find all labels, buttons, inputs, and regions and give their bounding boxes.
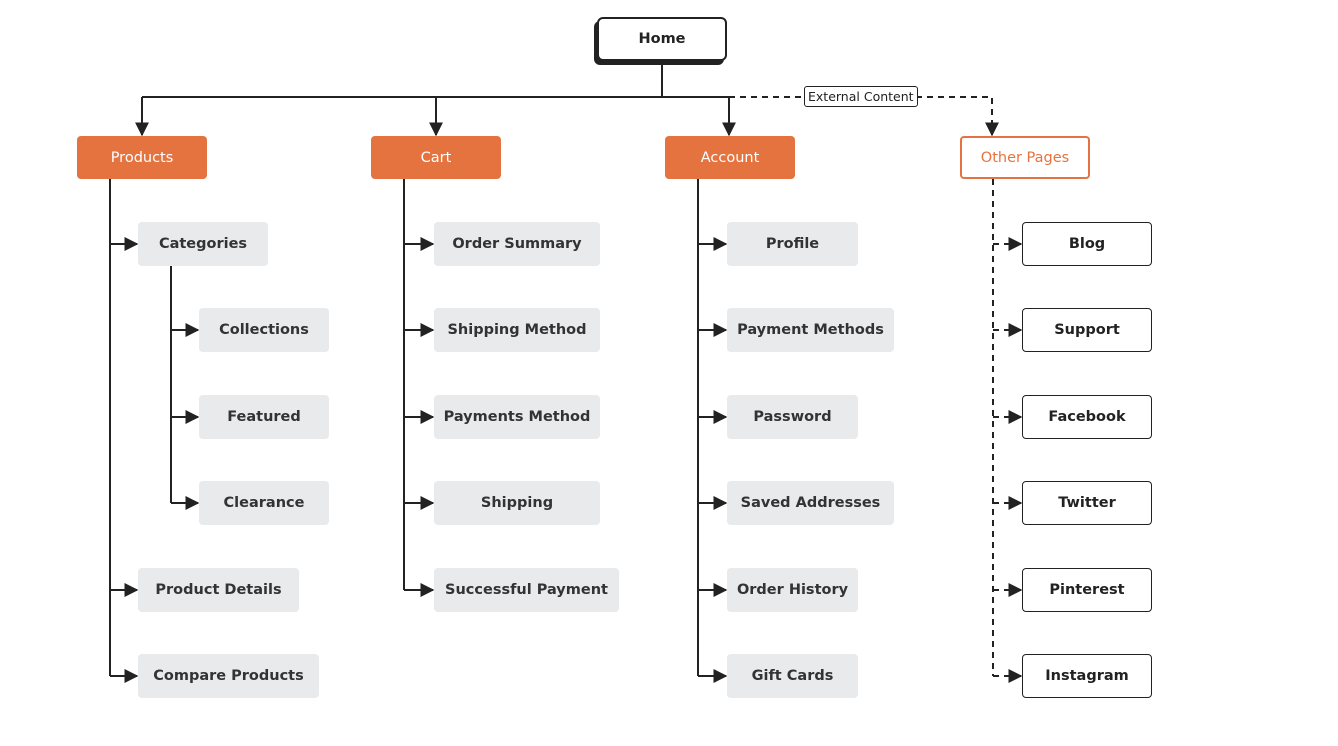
node-saved-addresses[interactable]: Saved Addresses — [727, 481, 894, 525]
node-order-summary[interactable]: Order Summary — [434, 222, 600, 266]
external-content-label: External Content — [804, 86, 918, 107]
node-gift-cards[interactable]: Gift Cards — [727, 654, 858, 698]
node-order-history[interactable]: Order History — [727, 568, 858, 612]
node-shipping-method[interactable]: Shipping Method — [434, 308, 600, 352]
node-other-pages[interactable]: Other Pages — [960, 136, 1090, 179]
node-home[interactable]: Home — [597, 17, 727, 61]
node-payments-method[interactable]: Payments Method — [434, 395, 600, 439]
node-shipping[interactable]: Shipping — [434, 481, 600, 525]
node-twitter[interactable]: Twitter — [1022, 481, 1152, 525]
node-payment-methods[interactable]: Payment Methods — [727, 308, 894, 352]
node-clearance[interactable]: Clearance — [199, 481, 329, 525]
node-products[interactable]: Products — [77, 136, 207, 179]
node-featured[interactable]: Featured — [199, 395, 329, 439]
node-password[interactable]: Password — [727, 395, 858, 439]
node-categories[interactable]: Categories — [138, 222, 268, 266]
connector-lines — [109, 62, 1023, 683]
node-pinterest[interactable]: Pinterest — [1022, 568, 1152, 612]
node-facebook[interactable]: Facebook — [1022, 395, 1152, 439]
node-account[interactable]: Account — [665, 136, 795, 179]
node-cart[interactable]: Cart — [371, 136, 501, 179]
node-collections[interactable]: Collections — [199, 308, 329, 352]
arrow-other-pages — [916, 96, 999, 137]
node-instagram[interactable]: Instagram — [1022, 654, 1152, 698]
node-compare-products[interactable]: Compare Products — [138, 654, 319, 698]
node-blog[interactable]: Blog — [1022, 222, 1152, 266]
node-product-details[interactable]: Product Details — [138, 568, 299, 612]
node-support[interactable]: Support — [1022, 308, 1152, 352]
node-successful-payment[interactable]: Successful Payment — [434, 568, 619, 612]
node-profile[interactable]: Profile — [727, 222, 858, 266]
